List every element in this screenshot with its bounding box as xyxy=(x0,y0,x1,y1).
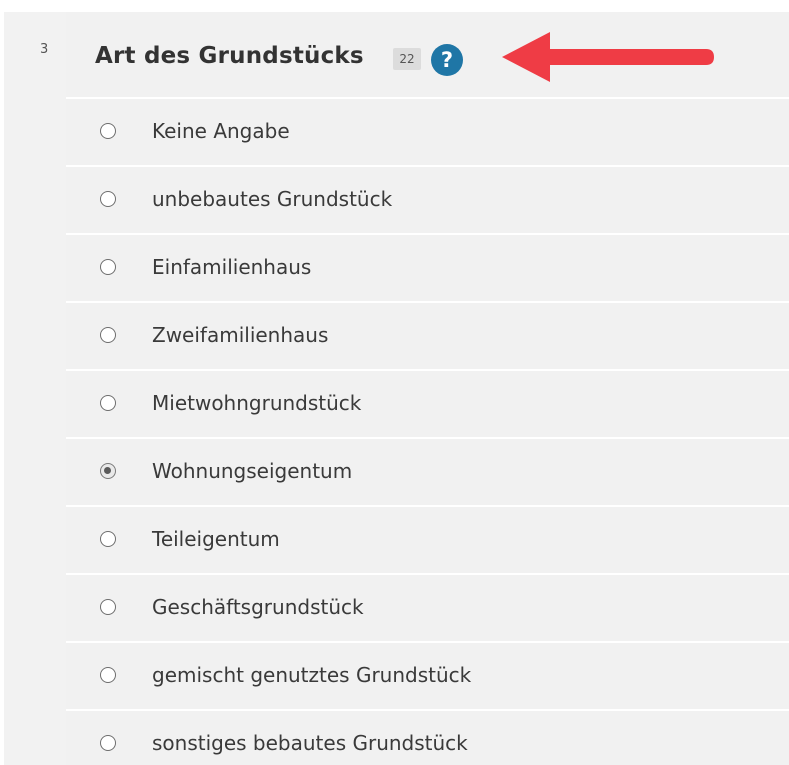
radio-button-checked[interactable] xyxy=(100,463,116,479)
radio-button[interactable] xyxy=(100,531,116,547)
radio-button[interactable] xyxy=(100,259,116,275)
radio-button[interactable] xyxy=(100,599,116,615)
radio-option-label[interactable]: Geschäftsgrundstück xyxy=(152,595,364,619)
left-gutter xyxy=(4,12,66,765)
question-panel: Art des Grundstücks 22 ? Keine Angabe unb… xyxy=(66,12,789,765)
options-list: Keine Angabe unbebautes Grundstück Einfami… xyxy=(66,99,789,765)
radio-button[interactable] xyxy=(100,327,116,343)
radio-option[interactable]: Zweifamilienhaus xyxy=(66,303,789,371)
arrow-left-icon xyxy=(502,32,714,82)
radio-option[interactable]: unbebautes Grundstück xyxy=(66,167,789,235)
radio-button[interactable] xyxy=(100,735,116,751)
radio-button[interactable] xyxy=(100,191,116,207)
question-header: Art des Grundstücks 22 ? xyxy=(66,12,789,99)
radio-option[interactable]: Geschäftsgrundstück xyxy=(66,575,789,643)
question-number: 3 xyxy=(40,42,49,57)
radio-option-label[interactable]: Mietwohngrundstück xyxy=(152,391,361,415)
radio-option[interactable]: Teileigentum xyxy=(66,507,789,575)
radio-option-label[interactable]: Wohnungseigentum xyxy=(152,459,352,483)
radio-button[interactable] xyxy=(100,123,116,139)
radio-option-label[interactable]: unbebautes Grundstück xyxy=(152,187,392,211)
radio-button[interactable] xyxy=(100,667,116,683)
radio-option-label[interactable]: Keine Angabe xyxy=(152,119,290,143)
page: 3 Art des Grundstücks 22 ? Keine Angabe u… xyxy=(0,0,789,765)
radio-option[interactable]: gemischt genutztes Grundstück xyxy=(66,643,789,711)
radio-option-label[interactable]: sonstiges bebautes Grundstück xyxy=(152,731,468,755)
question-circle-icon[interactable]: ? xyxy=(430,43,464,77)
question-badge: 22 xyxy=(393,48,421,70)
radio-option[interactable]: Wohnungseigentum xyxy=(66,439,789,507)
radio-option-label[interactable]: Einfamilienhaus xyxy=(152,255,311,279)
radio-option[interactable]: Keine Angabe xyxy=(66,99,789,167)
help-glyph: ? xyxy=(441,48,453,72)
radio-option-label[interactable]: gemischt genutztes Grundstück xyxy=(152,663,471,687)
radio-option[interactable]: Mietwohngrundstück xyxy=(66,371,789,439)
radio-button[interactable] xyxy=(100,395,116,411)
radio-option-label[interactable]: Zweifamilienhaus xyxy=(152,323,328,347)
question-title: Art des Grundstücks xyxy=(95,43,364,69)
radio-option[interactable]: sonstiges bebautes Grundstück xyxy=(66,711,789,765)
radio-option[interactable]: Einfamilienhaus xyxy=(66,235,789,303)
radio-option-label[interactable]: Teileigentum xyxy=(152,527,280,551)
